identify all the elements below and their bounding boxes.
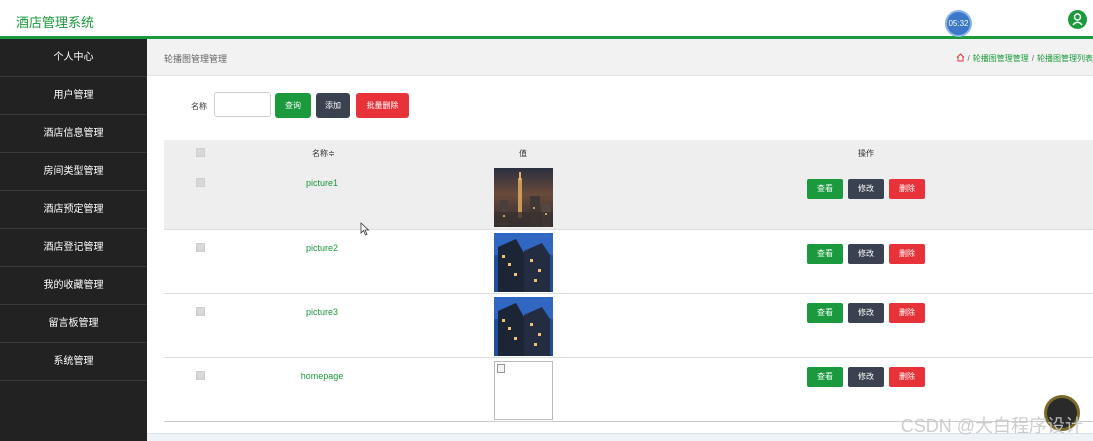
table-row: picture3 查看 修改 删除 — [164, 294, 1093, 358]
batch-delete-button[interactable]: 批量删除 — [356, 93, 409, 118]
edit-button[interactable]: 修改 — [848, 244, 884, 264]
name-search-input[interactable] — [214, 92, 271, 117]
view-button[interactable]: 查看 — [807, 303, 843, 323]
row-checkbox[interactable] — [196, 243, 205, 252]
page-header-bar: 轮播图管理管理 / 轮播图管理管理 / 轮播图管理列表 — [147, 39, 1093, 76]
carousel-table: 名称≑ 值 操作 picture1 查看 修改 删除 picture2 查看 修… — [164, 140, 1093, 422]
row-image-thumbnail[interactable] — [494, 168, 553, 227]
table-header: 名称≑ 值 操作 — [164, 140, 1093, 166]
view-button[interactable]: 查看 — [807, 179, 843, 199]
row-checkbox[interactable] — [196, 371, 205, 380]
mouse-cursor-icon — [360, 222, 370, 236]
edit-button[interactable]: 修改 — [848, 367, 884, 387]
table-row: picture1 查看 修改 删除 — [164, 166, 1093, 230]
view-button[interactable]: 查看 — [807, 244, 843, 264]
select-all-checkbox[interactable] — [196, 148, 205, 157]
row-image-thumbnail[interactable] — [494, 233, 553, 292]
clock-badge: 05:32 — [945, 10, 972, 37]
watermark-text: CSDN @大白程序设计 — [900, 416, 1083, 436]
breadcrumb-item-list: 轮播图管理列表 — [1037, 54, 1093, 63]
row-name: homepage — [300, 371, 344, 381]
delete-button[interactable]: 删除 — [889, 367, 925, 387]
column-header-actions: 操作 — [858, 149, 874, 158]
sidebar-item-hotel-info[interactable]: 酒店信息管理 — [0, 115, 147, 153]
broken-image-icon — [497, 364, 505, 373]
column-header-name[interactable]: 名称≑ — [312, 148, 335, 159]
table-row: picture2 查看 修改 删除 — [164, 230, 1093, 294]
row-image-thumbnail[interactable] — [494, 297, 553, 356]
query-button[interactable]: 查询 — [275, 93, 311, 118]
column-header-value: 值 — [519, 149, 527, 158]
edit-button[interactable]: 修改 — [848, 179, 884, 199]
add-button[interactable]: 添加 — [316, 93, 350, 118]
sidebar-item-reservations[interactable]: 酒店预定管理 — [0, 191, 147, 229]
row-name: picture3 — [305, 307, 339, 317]
sidebar-item-checkins[interactable]: 酒店登记管理 — [0, 229, 147, 267]
sidebar-item-favorites[interactable]: 我的收藏管理 — [0, 267, 147, 305]
delete-button[interactable]: 删除 — [889, 179, 925, 199]
sidebar: 个人中心 用户管理 酒店信息管理 房间类型管理 酒店预定管理 酒店登记管理 我的… — [0, 39, 147, 441]
user-avatar-icon[interactable] — [1068, 10, 1087, 29]
sidebar-item-message-board[interactable]: 留言板管理 — [0, 305, 147, 343]
delete-button[interactable]: 删除 — [889, 303, 925, 323]
row-image-thumbnail-broken[interactable] — [494, 361, 553, 420]
sidebar-item-users[interactable]: 用户管理 — [0, 77, 147, 115]
sidebar-item-personal-center[interactable]: 个人中心 — [0, 39, 147, 77]
breadcrumb-item-carousel[interactable]: 轮播图管理管理 — [973, 54, 1029, 63]
sidebar-item-system[interactable]: 系统管理 — [0, 343, 147, 381]
name-filter-label: 名称 — [191, 102, 207, 111]
sidebar-item-room-types[interactable]: 房间类型管理 — [0, 153, 147, 191]
app-title: 酒店管理系统 — [16, 15, 95, 30]
home-icon[interactable] — [956, 53, 965, 64]
row-name: picture1 — [305, 178, 339, 188]
row-checkbox[interactable] — [196, 307, 205, 316]
top-header: 酒店管理系统 05:32 — [0, 0, 1093, 39]
row-checkbox[interactable] — [196, 178, 205, 187]
breadcrumb: / 轮播图管理管理 / 轮播图管理列表 — [956, 53, 1093, 64]
delete-button[interactable]: 删除 — [889, 244, 925, 264]
edit-button[interactable]: 修改 — [848, 303, 884, 323]
row-name: picture2 — [305, 243, 339, 253]
page-title: 轮播图管理管理 — [164, 54, 228, 64]
view-button[interactable]: 查看 — [807, 367, 843, 387]
